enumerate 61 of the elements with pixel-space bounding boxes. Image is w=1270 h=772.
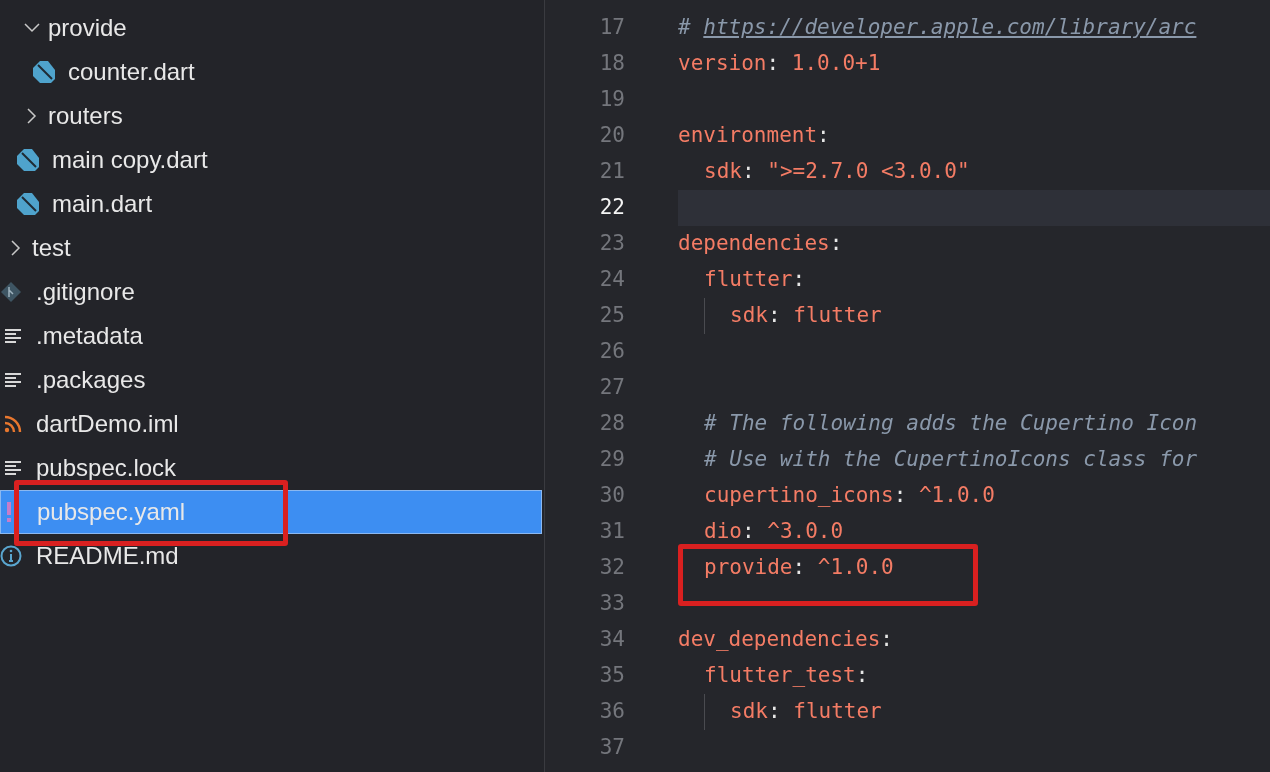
- dart-icon: [16, 148, 40, 172]
- folder-row[interactable]: provide: [0, 6, 544, 50]
- line-number: 35: [598, 662, 625, 690]
- line-number: 22: [598, 194, 625, 222]
- line-number: 24: [598, 266, 625, 294]
- code-line: version: 1.0.0+1: [678, 50, 881, 78]
- line-number: 19: [598, 86, 625, 114]
- line-number: 23: [598, 230, 625, 258]
- file-row[interactable]: .packages: [0, 358, 544, 402]
- file-row[interactable]: main.dart: [0, 182, 544, 226]
- code-line: # https://developer.apple.com/library/arc: [678, 14, 1197, 42]
- line-number: 27: [598, 374, 625, 402]
- line-number: 18: [598, 50, 625, 78]
- line-number: 21: [598, 158, 625, 186]
- line-number: 37: [598, 734, 625, 762]
- dart-icon: [32, 60, 56, 84]
- code-line: sdk: flutter: [729, 302, 882, 330]
- line-number: 31: [598, 518, 625, 546]
- code-line: flutter:: [703, 266, 806, 294]
- code-line: dev_dependencies:: [678, 626, 893, 654]
- line-number: 25: [598, 302, 625, 330]
- file-row[interactable]: .gitignore: [0, 270, 544, 314]
- code-line: sdk: flutter: [729, 698, 882, 726]
- code-line: cupertino_icons: ^1.0.0: [703, 482, 995, 510]
- lines-icon: [4, 460, 22, 476]
- file-row[interactable]: dartDemo.iml: [0, 402, 544, 446]
- line-number: 32: [598, 554, 625, 582]
- code-line: provide: ^1.0.0: [703, 554, 894, 582]
- file-row[interactable]: .metadata: [0, 314, 544, 358]
- git-icon: [0, 281, 22, 303]
- dart-icon: [16, 192, 40, 216]
- chevron-right-icon[interactable]: [27, 108, 37, 124]
- chevron-right-icon[interactable]: [11, 240, 21, 256]
- line-number: 36: [598, 698, 625, 726]
- chevron-down-icon[interactable]: [24, 23, 40, 33]
- lines-icon: [4, 328, 22, 344]
- code-line: dependencies:: [678, 230, 843, 258]
- info-icon: [0, 545, 22, 567]
- file-row[interactable]: README.md: [0, 534, 544, 578]
- lines-icon: [4, 372, 22, 388]
- line-number: 29: [598, 446, 625, 474]
- code-line: flutter_test:: [703, 662, 869, 690]
- code-line: sdk: ">=2.7.0 <3.0.0": [703, 158, 970, 186]
- line-number: 30: [598, 482, 625, 510]
- code-line: dio: ^3.0.0: [703, 518, 844, 546]
- file-row[interactable]: counter.dart: [0, 50, 544, 94]
- line-number: 34: [598, 626, 625, 654]
- line-number: 33: [598, 590, 625, 618]
- file-row[interactable]: pubspec.lock: [0, 446, 544, 490]
- file-row[interactable]: main copy.dart: [0, 138, 544, 182]
- line-number: 20: [598, 122, 625, 150]
- feed-icon: [4, 415, 22, 433]
- folder-row[interactable]: routers: [0, 94, 544, 138]
- code-line: environment:: [678, 122, 830, 150]
- folder-row[interactable]: test: [0, 226, 544, 270]
- exclamation-icon: [5, 501, 13, 523]
- line-number: 28: [598, 410, 625, 438]
- code-line: # The following adds the Cupertino Icon: [703, 410, 1198, 438]
- line-number: 17: [598, 14, 625, 42]
- line-number: 26: [598, 338, 625, 366]
- code-line: # Use with the CupertinoIcons class for: [703, 446, 1198, 474]
